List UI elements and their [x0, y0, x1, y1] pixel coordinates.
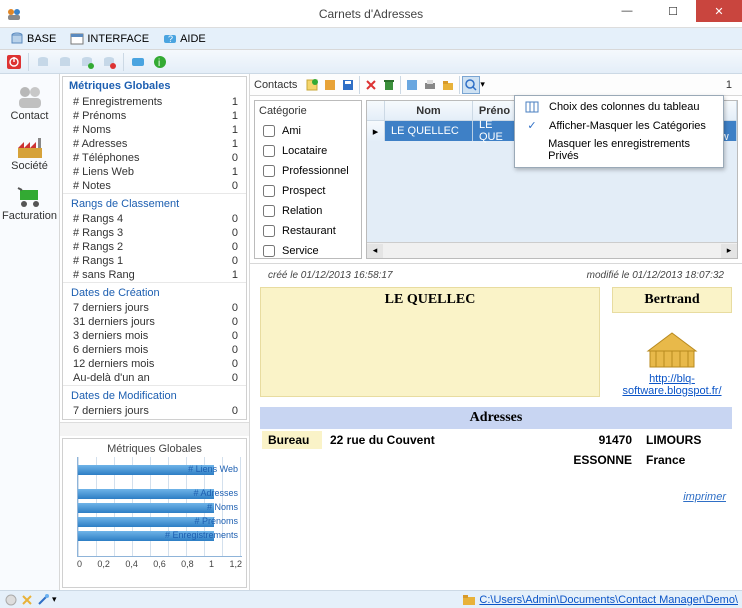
- save-button[interactable]: [339, 76, 357, 94]
- db-red-button[interactable]: [99, 52, 119, 72]
- help-button[interactable]: [128, 52, 148, 72]
- status-icon-2[interactable]: [20, 593, 34, 607]
- cat-professionnel[interactable]: Professionnel: [259, 161, 357, 181]
- status-path[interactable]: C:\Users\Admin\Documents\Contact Manager…: [462, 594, 738, 606]
- metrics-scroll[interactable]: Métriques Globales # Enregistrements1 # …: [62, 76, 247, 420]
- database-icon: [10, 32, 24, 46]
- metrics-column: Métriques Globales # Enregistrements1 # …: [60, 74, 250, 590]
- svg-text:?: ?: [168, 34, 173, 44]
- detail-nom: LE QUELLEC: [260, 287, 600, 397]
- edit-button[interactable]: [321, 76, 339, 94]
- nav-contact[interactable]: Contact: [0, 80, 59, 130]
- addresses-header: Adresses: [260, 407, 732, 429]
- contact-detail: créé le 01/12/2013 16:58:17 modifié le 0…: [250, 264, 742, 590]
- folder-icon: [462, 594, 476, 606]
- search-button[interactable]: [462, 76, 480, 94]
- menu-show-categories[interactable]: ✓Afficher-Masquer les Catégories: [517, 116, 721, 135]
- maximize-button[interactable]: ☐: [650, 0, 696, 22]
- cat-restaurant[interactable]: Restaurant: [259, 221, 357, 241]
- contacts-label: Contacts: [254, 79, 297, 91]
- chart-title: Métriques Globales: [67, 443, 242, 455]
- address-table: Bureau 22 rue du Couvent 91470 LIMOURS E…: [260, 429, 732, 471]
- metrics-chart: Métriques Globales # Liens Web # Adresse…: [62, 438, 247, 588]
- info-button[interactable]: i: [150, 52, 170, 72]
- menu-base[interactable]: BASE: [4, 32, 62, 46]
- metrics-hscroll[interactable]: [60, 422, 249, 436]
- col-nom[interactable]: Nom: [385, 101, 473, 120]
- nav-facturation[interactable]: Facturation: [0, 180, 59, 230]
- delete-button[interactable]: [362, 76, 380, 94]
- contacts-toolbar: Contacts ▾ 1 Choix des colonnes du table…: [250, 74, 742, 96]
- scroll-right-icon: ▸: [721, 244, 737, 258]
- people-icon: [16, 84, 44, 110]
- created-stamp: créé le 01/12/2013 16:58:17: [268, 270, 393, 281]
- categories-title: Catégorie: [259, 105, 357, 117]
- db1-button[interactable]: [33, 52, 53, 72]
- row-pointer-icon: ▸: [367, 121, 385, 141]
- menu-aide[interactable]: ? AIDE: [157, 32, 212, 46]
- minimize-button[interactable]: —: [604, 0, 650, 22]
- addr-city: LIMOURS: [640, 431, 730, 449]
- cat-ami[interactable]: Ami: [259, 121, 357, 141]
- addr-label: Bureau: [262, 431, 322, 449]
- detail-prenom: Bertrand: [612, 287, 732, 313]
- modified-stamp: modifié le 01/12/2013 18:07:32: [587, 270, 724, 281]
- contacts-count: 1: [726, 79, 738, 91]
- scroll-left-icon: ◂: [367, 244, 383, 258]
- chart-area: # Liens Web # Adresses # Noms # Prénoms …: [77, 457, 242, 557]
- main-toolbar: i: [0, 50, 742, 74]
- nav-societe[interactable]: Société: [0, 130, 59, 180]
- wand-icon[interactable]: [36, 593, 50, 607]
- cart-icon: [16, 184, 44, 210]
- addr-street: 22 rue du Couvent: [324, 431, 565, 449]
- trash-button[interactable]: [380, 76, 398, 94]
- close-button[interactable]: ✕: [696, 0, 742, 22]
- status-icon-1[interactable]: [4, 593, 18, 607]
- right-pane: Contacts ▾ 1 Choix des colonnes du table…: [250, 74, 742, 590]
- website-link[interactable]: http://blq-software.blogspot.fr/: [612, 373, 732, 397]
- left-nav: Contact Société Facturation: [0, 74, 60, 590]
- power-button[interactable]: [4, 52, 24, 72]
- categories-box: Catégorie Ami Locataire Professionnel Pr…: [254, 100, 362, 259]
- grid-hscroll[interactable]: ◂ ▸: [367, 242, 737, 258]
- window-icon: [70, 32, 84, 46]
- cat-prospect[interactable]: Prospect: [259, 181, 357, 201]
- new-contact-button[interactable]: [303, 76, 321, 94]
- addr-zip: 91470: [567, 431, 638, 449]
- metrics-title: Métriques Globales: [63, 77, 246, 95]
- columns-dropdown: Choix des colonnes du tableau ✓Afficher-…: [514, 95, 724, 168]
- folder-button[interactable]: [439, 76, 457, 94]
- svg-text:i: i: [158, 58, 160, 69]
- db2-button[interactable]: [55, 52, 75, 72]
- menu-choose-columns[interactable]: Choix des colonnes du tableau: [517, 98, 721, 116]
- grid-icon: [525, 101, 539, 113]
- chevron-down-icon[interactable]: ▾: [480, 79, 485, 90]
- print-button[interactable]: [421, 76, 439, 94]
- col-prenom[interactable]: Préno: [473, 101, 517, 120]
- addr-country: France: [640, 451, 730, 469]
- menu-interface[interactable]: INTERFACE: [64, 32, 155, 46]
- titlebar: Carnets d'Adresses — ☐ ✕: [0, 0, 742, 28]
- db-green-button[interactable]: [77, 52, 97, 72]
- cat-service[interactable]: Service: [259, 241, 357, 261]
- preview-button[interactable]: [403, 76, 421, 94]
- menu-mask-private[interactable]: Masquer les enregistrements Privés: [517, 135, 721, 165]
- addr-region: ESSONNE: [567, 451, 638, 469]
- app-icon: [6, 6, 22, 22]
- status-bar: ▾ C:\Users\Admin\Documents\Contact Manag…: [0, 590, 742, 608]
- help-icon: ?: [163, 32, 177, 46]
- menubar: BASE INTERFACE ? AIDE: [0, 28, 742, 50]
- building-icon: [642, 321, 702, 371]
- factory-icon: [16, 134, 44, 160]
- print-link[interactable]: imprimer: [260, 471, 732, 503]
- cat-locataire[interactable]: Locataire: [259, 141, 357, 161]
- metric-row: # Enregistrements1: [63, 95, 246, 109]
- cat-relation[interactable]: Relation: [259, 201, 357, 221]
- window-title: Carnets d'Adresses: [319, 7, 423, 21]
- check-icon: ✓: [523, 119, 541, 132]
